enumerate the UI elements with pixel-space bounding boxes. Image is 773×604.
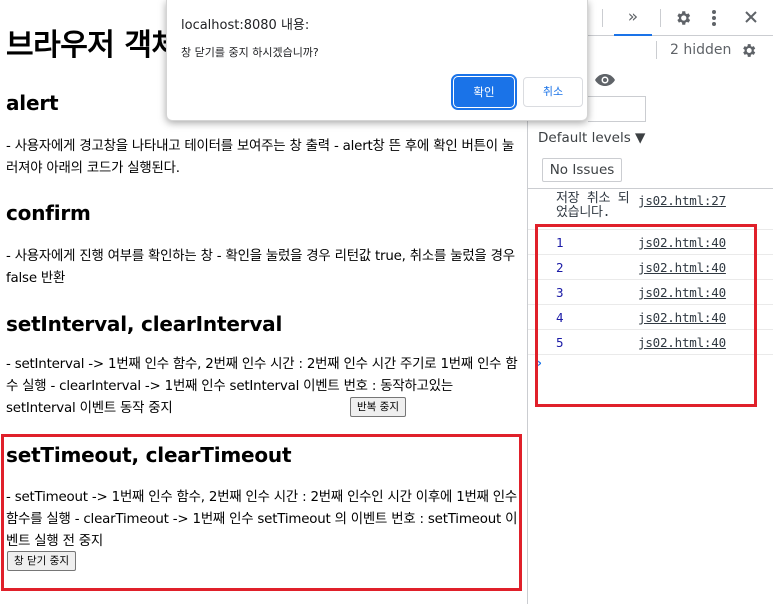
- live-expression-eye-icon[interactable]: [594, 72, 616, 86]
- more-options-icon[interactable]: [711, 9, 717, 30]
- log-levels-dropdown[interactable]: Default levels ▼: [538, 130, 645, 146]
- hidden-messages-count: 2 hidden: [670, 42, 732, 58]
- confirm-dialog: localhost:8080 내용: 창 닫기를 중지 하시겠습니까? 확인 취…: [166, 0, 588, 121]
- toolbar-separator: [656, 41, 657, 59]
- dialog-cancel-button[interactable]: 취소: [523, 77, 583, 107]
- console-divider: [528, 188, 773, 189]
- dialog-message: 창 닫기를 중지 하시겠습니까?: [181, 46, 319, 59]
- section-body-setinterval: - setInterval -> 1번째 인수 함수, 2번째 인수 시간 : …: [6, 357, 518, 416]
- more-tabs-button[interactable]: »: [614, 0, 652, 36]
- dialog-origin: localhost:8080 내용:: [181, 18, 310, 33]
- close-icon[interactable]: [743, 8, 759, 29]
- highlight-box-console: [535, 224, 757, 407]
- issues-button[interactable]: No Issues: [542, 158, 622, 182]
- filter-input[interactable]: [588, 96, 646, 122]
- console-source-link[interactable]: js02.html:27: [638, 193, 726, 208]
- section-body-alert: - 사용자에게 경고창을 나타내고 테이터를 보여주는 창 출력 - alert…: [6, 139, 515, 176]
- tab-separator: [602, 9, 603, 27]
- page-title: 브라우저 객체: [6, 28, 179, 63]
- dialog-ok-button[interactable]: 확인: [451, 74, 517, 110]
- tab-separator: [660, 9, 661, 27]
- section-heading-confirm: confirm: [6, 201, 91, 225]
- section-heading-setinterval: setInterval, clearInterval: [6, 312, 283, 336]
- section-heading-alert: alert: [6, 91, 59, 115]
- section-body-confirm: - 사용자에게 진행 여부를 확인하는 창 - 확인을 눌렀을 경우 리턴값 t…: [6, 249, 515, 286]
- stop-repeat-button[interactable]: 반복 중지: [350, 397, 406, 417]
- console-settings-icon[interactable]: [740, 42, 757, 62]
- highlight-box-settimeout: [1, 434, 522, 591]
- console-message-text: 저장 취소 되었습니다.: [556, 191, 630, 220]
- settings-gear-icon[interactable]: [674, 9, 692, 30]
